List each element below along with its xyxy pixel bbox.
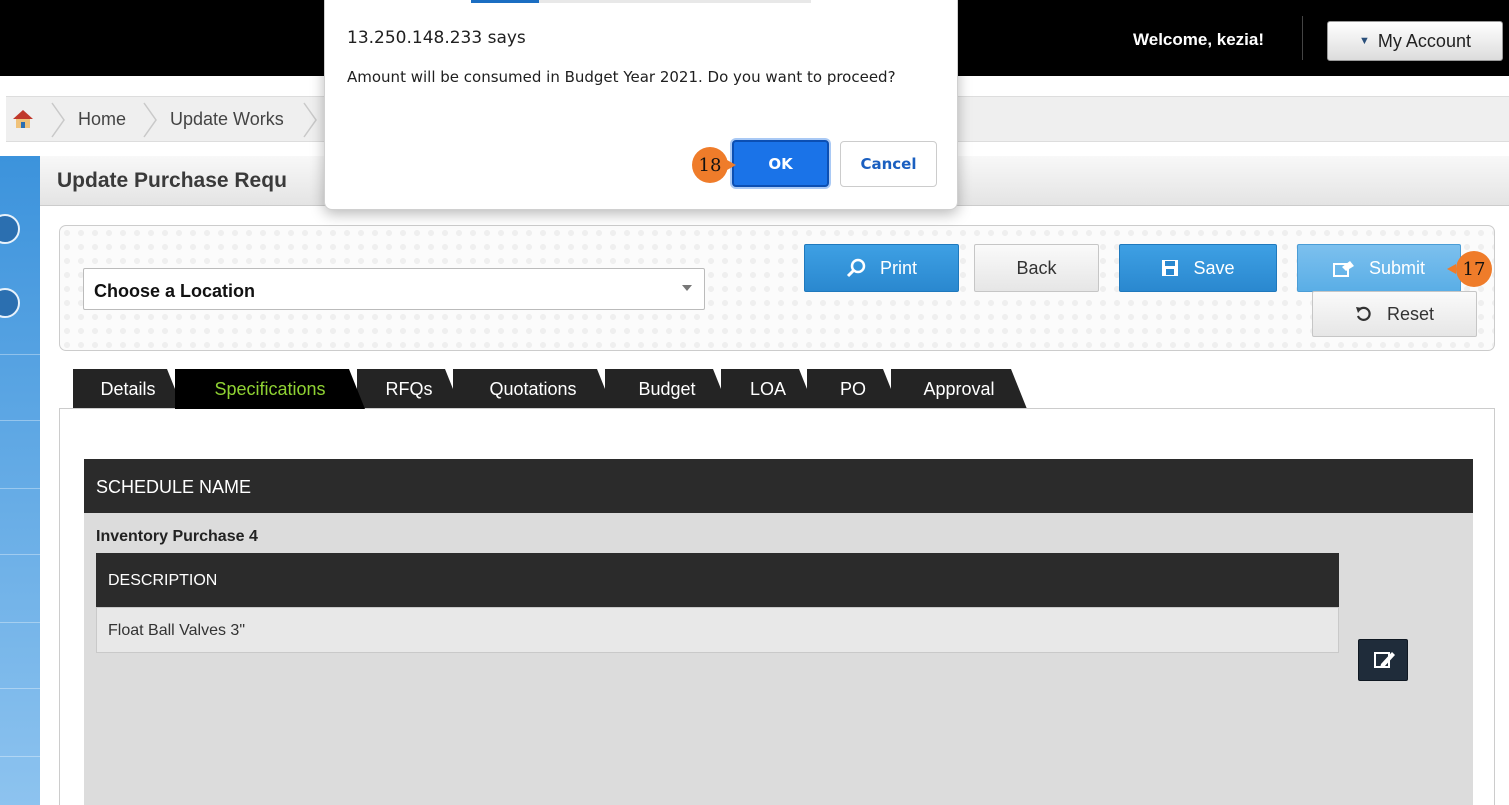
tab-quotations[interactable]: Quotations xyxy=(453,369,613,409)
tab-label: RFQs xyxy=(385,378,433,399)
dialog-origin: 13.250.148.233 says xyxy=(347,28,526,48)
print-button[interactable]: Print xyxy=(804,244,959,292)
description-table: DESCRIPTION Float Ball Valves 3" xyxy=(96,553,1339,653)
topbar-divider xyxy=(1302,16,1303,60)
tab-label: Quotations xyxy=(489,378,577,399)
confirm-dialog: 13.250.148.233 says Amount will be consu… xyxy=(324,0,958,210)
dialog-cancel-button[interactable]: Cancel xyxy=(840,141,937,187)
tab-po[interactable]: PO xyxy=(807,369,899,409)
back-button[interactable]: Back xyxy=(974,244,1099,292)
tab-budget[interactable]: Budget xyxy=(605,369,729,409)
edit-icon xyxy=(1374,652,1395,668)
back-label: Back xyxy=(1016,257,1057,278)
tab-loa[interactable]: LOA xyxy=(721,369,815,409)
breadcrumb-home[interactable]: Home xyxy=(78,109,126,130)
schedule-table: SCHEDULE NAME Inventory Purchase 4 DESCR… xyxy=(84,459,1473,805)
breadcrumb-separator-icon xyxy=(143,102,157,138)
breadcrumb-update-works[interactable]: Update Works xyxy=(170,109,284,130)
schedule-header: SCHEDULE NAME xyxy=(84,459,1473,513)
tab-label: LOA xyxy=(749,378,787,399)
sidebar-toggle-icon[interactable] xyxy=(0,214,20,244)
sidebar-toggle-icon[interactable] xyxy=(0,288,20,318)
tab-rfqs[interactable]: RFQs xyxy=(357,369,461,409)
tab-details[interactable]: Details xyxy=(73,369,183,409)
my-account-label: My Account xyxy=(1377,30,1471,51)
marker-arrow-icon xyxy=(727,160,736,170)
tab-specifications[interactable]: Specifications xyxy=(175,369,365,409)
share-arrow-icon xyxy=(1332,261,1354,277)
tab-bar: Details Specifications RFQs Quotations B… xyxy=(59,369,1039,409)
tab-label: PO xyxy=(839,378,866,399)
step-marker-17: 17 xyxy=(1456,251,1492,287)
welcome-text: Welcome, kezia! xyxy=(1133,30,1265,49)
tab-approval[interactable]: Approval xyxy=(891,369,1027,409)
sidebar xyxy=(0,156,40,805)
print-label: Print xyxy=(879,257,917,278)
breadcrumb-separator-icon xyxy=(51,102,65,138)
chevron-down-icon: ▼ xyxy=(1359,35,1370,47)
step-marker-18: 18 xyxy=(692,147,728,183)
reset-icon xyxy=(1355,306,1371,321)
reset-label: Reset xyxy=(1386,303,1435,324)
dropdown-caret-icon xyxy=(682,285,692,291)
schedule-name: Inventory Purchase 4 xyxy=(96,528,258,545)
breadcrumb-separator-icon xyxy=(303,102,317,138)
search-icon xyxy=(846,258,866,278)
my-account-button[interactable]: ▼ My Account xyxy=(1327,21,1503,61)
dialog-ok-button[interactable]: OK xyxy=(732,140,829,187)
home-icon[interactable] xyxy=(12,108,34,130)
submit-label: Submit xyxy=(1368,257,1426,278)
save-button[interactable]: Save xyxy=(1119,244,1277,292)
tab-label: Approval xyxy=(923,378,995,399)
edit-button[interactable] xyxy=(1358,639,1408,681)
submit-button[interactable]: Submit xyxy=(1297,244,1461,292)
tab-label: Specifications xyxy=(214,378,326,399)
description-row: Float Ball Valves 3" xyxy=(96,607,1339,653)
floppy-disk-icon xyxy=(1162,260,1179,276)
dialog-message: Amount will be consumed in Budget Year 2… xyxy=(347,68,896,86)
tab-label: Details xyxy=(100,378,156,399)
reset-button[interactable]: Reset xyxy=(1312,291,1477,337)
location-select[interactable]: Choose a Location xyxy=(83,268,705,310)
save-label: Save xyxy=(1193,257,1235,278)
location-select-value: Choose a Location xyxy=(94,281,256,301)
marker-arrow-icon xyxy=(1447,264,1456,274)
page-title: Update Purchase Requ xyxy=(57,169,287,192)
description-header: DESCRIPTION xyxy=(96,553,1339,607)
tab-label: Budget xyxy=(638,378,696,399)
